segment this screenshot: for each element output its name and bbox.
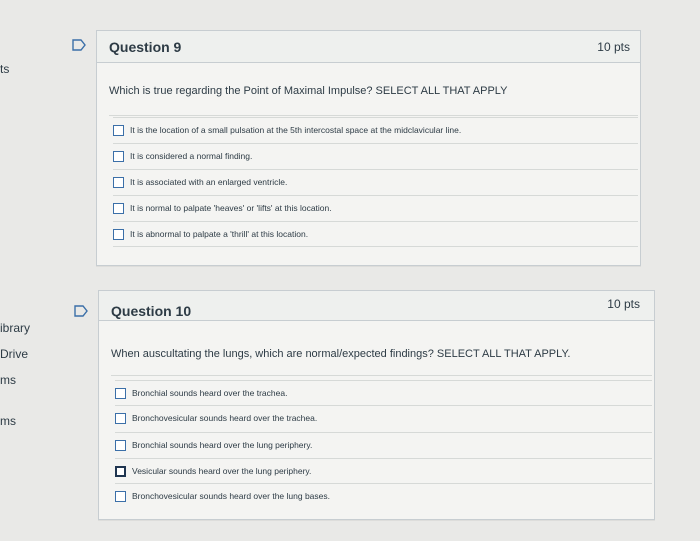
sidebar-item-4[interactable]: ms [0,414,16,428]
checkbox[interactable] [115,439,126,451]
answer-label: Bronchovesicular sounds heard over the l… [132,491,330,501]
answer-option[interactable]: It is considered a normal finding. [113,143,638,168]
answer-option[interactable]: It is associated with an enlarged ventri… [113,169,638,194]
question-points: 10 pts [607,297,640,311]
answer-label: It is the location of a small pulsation … [130,125,462,135]
question-title: Question 10 [111,303,192,319]
answer-option[interactable]: Bronchial sounds heard over the trachea. [115,380,652,405]
question-header: Question 9 10 pts [97,31,640,63]
checkbox[interactable] [113,228,124,240]
question-card: Question 9 10 pts Which is true regardin… [96,30,641,266]
answer-label: Bronchial sounds heard over the lung per… [132,440,313,450]
answer-label: It is normal to palpate 'heaves' or 'lif… [130,203,332,213]
question-prompt: Which is true regarding the Point of Max… [109,85,508,97]
sidebar: ts ibrary Drive ms ms [0,0,50,541]
answer-label: It is associated with an enlarged ventri… [130,177,288,187]
checkbox[interactable] [115,465,126,477]
answer-option[interactable]: Bronchial sounds heard over the lung per… [115,432,652,457]
answer-option[interactable]: It is abnormal to palpate a 'thrill' at … [113,221,638,247]
answer-label: Vesicular sounds heard over the lung per… [132,466,312,476]
checkbox[interactable] [115,412,126,424]
divider [111,375,652,376]
sidebar-item-0[interactable]: ts [0,62,9,76]
answer-label: It is abnormal to palpate a 'thrill' at … [130,229,309,239]
flag-question-icon[interactable] [72,39,86,51]
sidebar-item-drive[interactable]: Drive [0,347,28,361]
answer-option[interactable]: Bronchovesicular sounds heard over the t… [115,405,652,430]
answer-label: It is considered a normal finding. [130,151,253,161]
checkbox[interactable] [115,490,126,502]
sidebar-item-library[interactable]: ibrary [0,321,30,335]
question-header: Question 10 10 pts [99,291,654,321]
divider [109,115,638,116]
answer-option[interactable]: It is the location of a small pulsation … [113,117,638,142]
checkbox[interactable] [113,176,124,188]
question-title: Question 9 [109,39,182,55]
question-card: Question 10 10 pts When auscultating the… [98,290,655,520]
answer-label: Bronchovesicular sounds heard over the t… [132,413,318,423]
answer-option[interactable]: Vesicular sounds heard over the lung per… [115,458,652,483]
sidebar-item-3[interactable]: ms [0,373,16,387]
checkbox[interactable] [113,202,124,214]
answer-option[interactable]: It is normal to palpate 'heaves' or 'lif… [113,195,638,220]
question-prompt: When auscultating the lungs, which are n… [111,348,571,360]
flag-question-icon[interactable] [74,305,88,317]
checkbox[interactable] [113,124,124,136]
answer-label: Bronchial sounds heard over the trachea. [132,388,288,398]
checkbox[interactable] [113,150,124,162]
checkbox[interactable] [115,387,126,399]
answer-option[interactable]: Bronchovesicular sounds heard over the l… [115,483,652,508]
question-points: 10 pts [597,40,630,54]
